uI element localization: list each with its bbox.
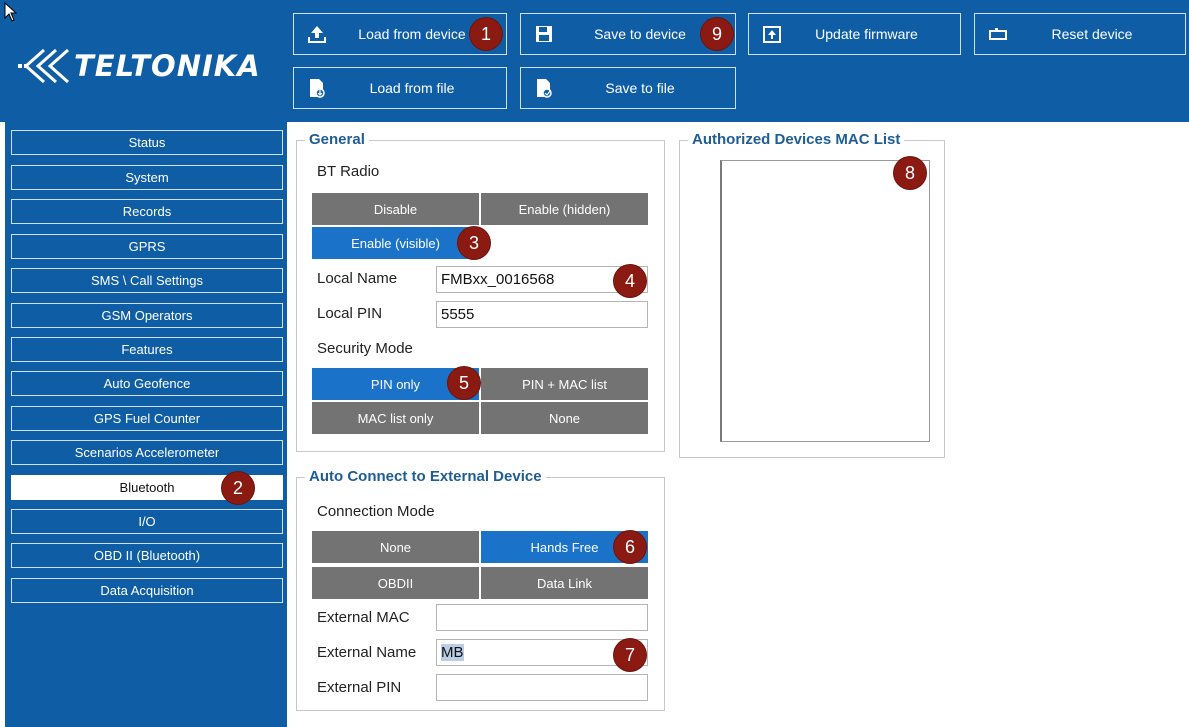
bt-radio-disable-label: Disable <box>373 201 418 217</box>
local-name-label: Local Name <box>317 270 398 287</box>
sidebar-item-io[interactable]: I/O <box>11 509 283 534</box>
sidebar-nav: Status System Records GPRS SMS \ Call Se… <box>5 122 287 727</box>
connection-obdii-option[interactable]: OBDII <box>311 566 480 600</box>
callout-badge-4: 4 <box>614 265 646 297</box>
save-to-file-button[interactable]: Save to file <box>520 67 736 109</box>
external-pin-field[interactable] <box>436 674 648 701</box>
connection-data-link-option[interactable]: Data Link <box>480 566 649 600</box>
sidebar-item-obd-ii-bluetooth[interactable]: OBD II (Bluetooth) <box>11 543 283 568</box>
authorized-mac-listbox[interactable] <box>720 160 930 442</box>
reset-device-button[interactable]: Reset device <box>974 13 1186 55</box>
sidebar-item-label: GSM Operators <box>101 308 193 323</box>
callout-badge-6: 6 <box>614 531 646 563</box>
sidebar-item-label: Bluetooth <box>119 480 175 495</box>
save-to-file-label: Save to file <box>605 80 675 96</box>
callout-badge-7: 7 <box>614 639 646 671</box>
reset-device-label: Reset device <box>1051 26 1133 42</box>
security-pin-mac-list-label: PIN + MAC list <box>522 376 607 392</box>
connection-mode-label: Connection Mode <box>317 503 435 520</box>
connection-none-label: None <box>379 539 412 555</box>
security-none-label: None <box>548 410 581 426</box>
top-toolbar: TELTONIKA Load from device Save to devic… <box>0 0 1189 122</box>
callout-badge-2: 2 <box>222 472 254 504</box>
external-mac-field[interactable] <box>436 604 648 631</box>
sidebar-item-sms-call-settings[interactable]: SMS \ Call Settings <box>11 268 283 293</box>
sidebar-item-label: Features <box>121 342 173 357</box>
security-pin-only-label: PIN only <box>370 376 421 392</box>
update-firmware-button[interactable]: Update firmware <box>748 13 961 55</box>
teltonika-logo: TELTONIKA <box>14 36 284 96</box>
bt-radio-enable-hidden-label: Enable (hidden) <box>518 201 611 217</box>
teltonika-chevron-icon <box>18 48 69 84</box>
local-name-value: FMBxx_0016568 <box>441 271 555 288</box>
sidebar-item-label: Records <box>122 204 172 219</box>
local-pin-field[interactable]: 5555 <box>436 301 648 328</box>
sidebar-item-label: Status <box>128 135 166 150</box>
sidebar-item-auto-geofence[interactable]: Auto Geofence <box>11 371 283 396</box>
local-pin-value: 5555 <box>441 306 475 323</box>
connection-obdii-label: OBDII <box>377 575 414 591</box>
connection-data-link-label: Data Link <box>537 575 592 591</box>
security-pin-mac-list-option[interactable]: PIN + MAC list <box>480 367 649 401</box>
external-pin-label: External PIN <box>317 679 402 696</box>
configurator-window: TELTONIKA Load from device Save to devic… <box>0 0 1189 727</box>
sidebar-item-label: SMS \ Call Settings <box>91 273 203 288</box>
firmware-upload-icon <box>763 26 781 43</box>
load-from-file-button[interactable]: Load from file <box>293 67 507 109</box>
bt-radio-enable-hidden-option[interactable]: Enable (hidden) <box>480 192 649 226</box>
file-load-icon <box>310 79 325 98</box>
sidebar-item-label: I/O <box>138 514 156 529</box>
security-mac-list-only-option[interactable]: MAC list only <box>311 401 480 435</box>
sidebar-item-label: Auto Geofence <box>103 376 191 391</box>
security-mac-list-only-label: MAC list only <box>357 410 434 426</box>
sidebar-item-gsm-operators[interactable]: GSM Operators <box>11 303 283 328</box>
sidebar-item-features[interactable]: Features <box>11 337 283 362</box>
sidebar-item-gprs[interactable]: GPRS <box>11 234 283 259</box>
security-none-option[interactable]: None <box>480 401 649 435</box>
update-firmware-label: Update firmware <box>815 26 918 42</box>
mac-list-title: Authorized Devices MAC List <box>688 131 905 148</box>
external-name-label: External Name <box>317 644 417 661</box>
reset-icon <box>989 28 1007 40</box>
callout-badge-3: 3 <box>458 227 490 259</box>
sidebar-item-label: Scenarios Accelerometer <box>74 445 220 460</box>
auto-connect-title: Auto Connect to External Device <box>305 468 546 485</box>
connection-hands-free-label: Hands Free <box>530 539 599 555</box>
general-title: General <box>305 131 369 148</box>
external-name-value: MB <box>441 644 464 661</box>
sidebar-item-gps-fuel-counter[interactable]: GPS Fuel Counter <box>11 406 283 431</box>
sidebar-item-label: GPS Fuel Counter <box>93 411 201 426</box>
floppy-disk-icon <box>536 26 552 42</box>
bt-radio-disable-option[interactable]: Disable <box>311 192 480 226</box>
local-pin-label: Local PIN <box>317 305 383 322</box>
security-mode-label: Security Mode <box>317 340 413 357</box>
sidebar-item-label: System <box>125 170 169 185</box>
load-from-file-label: Load from file <box>369 80 455 96</box>
callout-badge-9: 9 <box>701 18 733 50</box>
file-save-icon <box>537 79 552 98</box>
callout-badge-8: 8 <box>894 157 926 189</box>
bt-radio-enable-visible-option[interactable]: Enable (visible) <box>311 226 480 260</box>
sidebar-item-system[interactable]: System <box>11 165 283 190</box>
sidebar-item-status[interactable]: Status <box>11 130 283 155</box>
connection-none-option[interactable]: None <box>311 530 480 564</box>
sidebar-item-label: GPRS <box>128 239 166 254</box>
sidebar-item-label: Data Acquisition <box>100 583 194 598</box>
sidebar-item-data-acquisition[interactable]: Data Acquisition <box>11 578 283 603</box>
sidebar-item-label: OBD II (Bluetooth) <box>93 548 201 563</box>
external-mac-label: External MAC <box>317 609 410 626</box>
mouse-cursor-icon <box>4 2 18 22</box>
upload-icon <box>308 26 326 43</box>
callout-badge-1: 1 <box>470 18 502 50</box>
callout-badge-5: 5 <box>448 367 480 399</box>
sidebar-item-scenarios-accelerometer[interactable]: Scenarios Accelerometer <box>11 440 283 465</box>
sidebar-item-records[interactable]: Records <box>11 199 283 224</box>
logo-text: TELTONIKA <box>74 49 261 83</box>
bt-radio-label: BT Radio <box>317 163 380 180</box>
bt-radio-enable-visible-label: Enable (visible) <box>351 235 440 251</box>
